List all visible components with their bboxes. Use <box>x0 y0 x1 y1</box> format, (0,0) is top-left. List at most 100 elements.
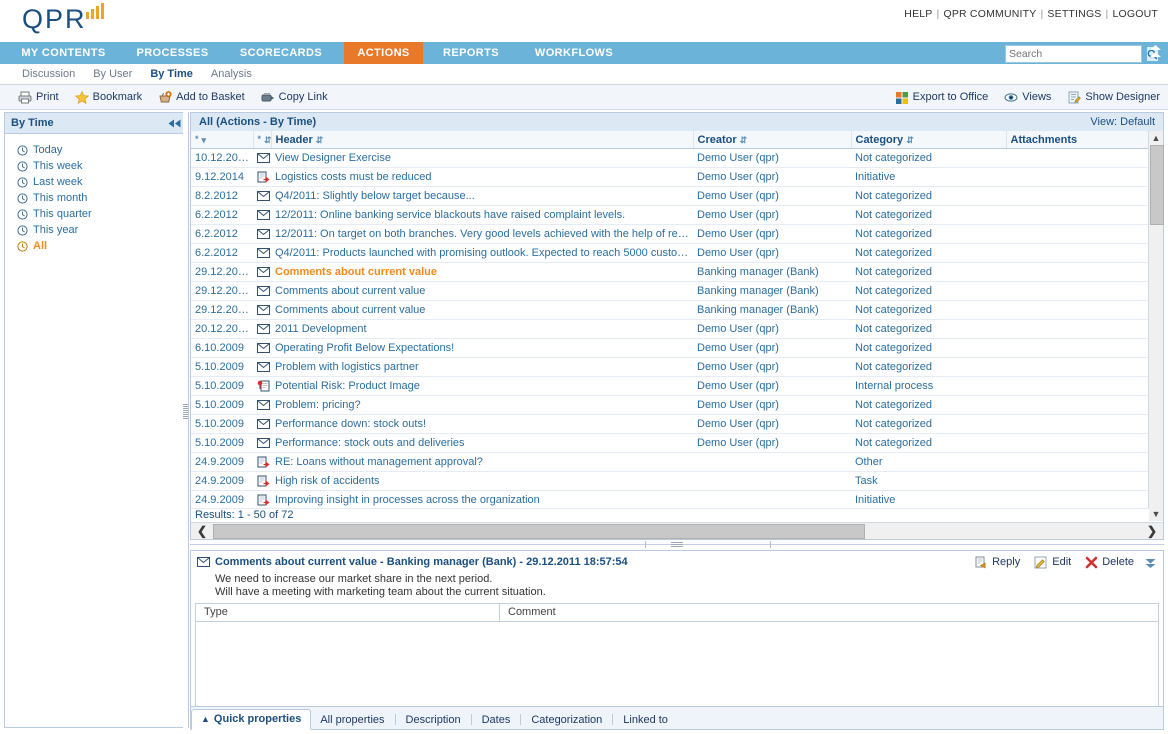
cell-header[interactable]: Performance: stock outs and deliveries <box>271 434 693 453</box>
cell-header[interactable]: Problem: pricing? <box>271 396 693 415</box>
sort-icon[interactable]: ⇵ <box>740 135 748 145</box>
filter-item-this-week[interactable]: This week <box>17 158 188 174</box>
row-link[interactable]: Logistics costs must be reduced <box>275 171 432 183</box>
col-attachments[interactable]: Attachments <box>1006 131 1149 149</box>
subnav-discussion[interactable]: Discussion <box>22 68 75 80</box>
table-row[interactable]: 5.10.2009Potential Risk: Product ImageDe… <box>191 377 1149 396</box>
horizontal-scroll-thumb[interactable] <box>213 524 865 539</box>
sort-icon[interactable]: ▾ <box>202 135 207 145</box>
row-link[interactable]: Comments about current value <box>275 285 425 297</box>
subnav-analysis[interactable]: Analysis <box>211 68 252 80</box>
row-link[interactable]: View Designer Exercise <box>275 152 391 164</box>
tab-quick-properties[interactable]: ▲Quick properties <box>191 709 311 730</box>
row-link[interactable]: Problem with logistics partner <box>275 361 419 373</box>
row-link[interactable]: RE: Loans without management approval? <box>275 456 483 468</box>
splitter-grip[interactable] <box>183 404 188 420</box>
col-creator[interactable]: Creator⇵ <box>693 131 851 149</box>
views-button[interactable]: Views <box>1004 91 1051 104</box>
cell-header[interactable]: 2011 Development <box>271 320 693 339</box>
tab-description[interactable]: Description <box>397 711 470 729</box>
cell-header[interactable]: Q4/2011: Slightly below target because..… <box>271 187 693 206</box>
cell-header[interactable]: View Designer Exercise <box>271 149 693 168</box>
table-row[interactable]: 5.10.2009Performance down: stock outs!De… <box>191 415 1149 434</box>
table-row[interactable]: 6.10.2009Operating Profit Below Expectat… <box>191 339 1149 358</box>
cell-header[interactable]: High risk of accidents <box>271 472 693 491</box>
subnav-by-time[interactable]: By Time <box>150 68 193 80</box>
top-nav-logout[interactable]: LOGOUT <box>1112 8 1158 20</box>
edit-button[interactable]: Edit <box>1034 556 1071 569</box>
tab-linked-to[interactable]: Linked to <box>614 711 677 729</box>
row-link[interactable]: 2011 Development <box>275 323 367 335</box>
filter-item-this-month[interactable]: This month <box>17 190 188 206</box>
row-link[interactable]: Comments about current value <box>275 266 437 278</box>
comment-col-type[interactable]: Type <box>196 604 500 621</box>
nav-processes[interactable]: PROCESSES <box>127 42 218 64</box>
vertical-splitter[interactable] <box>183 112 188 728</box>
table-row[interactable]: 6.2.201212/2011: On target on both branc… <box>191 225 1149 244</box>
table-row[interactable]: 6.2.201212/2011: Online banking service … <box>191 206 1149 225</box>
cell-header[interactable]: Potential Risk: Product Image <box>271 377 693 396</box>
scroll-right-icon[interactable]: ❯ <box>1141 523 1163 539</box>
table-row[interactable]: 24.9.2009High risk of accidentsTask <box>191 472 1149 491</box>
add-to-basket-button[interactable]: Add to Basket <box>158 91 245 104</box>
table-row[interactable]: 6.2.2012Q4/2011: Products launched with … <box>191 244 1149 263</box>
vertical-scroll-thumb[interactable] <box>1150 145 1164 225</box>
cell-header[interactable]: RE: Loans without management approval? <box>271 453 693 472</box>
cell-header[interactable]: Operating Profit Below Expectations! <box>271 339 693 358</box>
sort-icon[interactable]: ⇵ <box>906 135 914 145</box>
table-row[interactable]: 29.12.2011Comments about current valueBa… <box>191 263 1149 282</box>
row-link[interactable]: Performance: stock outs and deliveries <box>275 437 465 449</box>
show-designer-button[interactable]: Show Designer <box>1067 91 1160 104</box>
tab-dates[interactable]: Dates <box>473 711 520 729</box>
cell-header[interactable]: 12/2011: Online banking service blackout… <box>271 206 693 225</box>
delete-button[interactable]: Delete <box>1085 556 1134 569</box>
reply-button[interactable]: Reply <box>974 556 1020 569</box>
table-row[interactable]: 29.12.2011Comments about current valueBa… <box>191 282 1149 301</box>
cell-header[interactable]: Improving insight in processes across th… <box>271 491 693 510</box>
row-link[interactable]: Potential Risk: Product Image <box>275 380 420 392</box>
cell-header[interactable]: Logistics costs must be reduced <box>271 168 693 187</box>
row-link[interactable]: Performance down: stock outs! <box>275 418 426 430</box>
col-category[interactable]: Category⇵ <box>851 131 1006 149</box>
nav-workflows[interactable]: WORKFLOWS <box>519 42 629 64</box>
filter-item-last-week[interactable]: Last week <box>17 174 188 190</box>
sort-icon[interactable]: ⇵ <box>264 135 272 145</box>
cell-header[interactable]: Q4/2011: Products launched with promisin… <box>271 244 693 263</box>
cell-header[interactable]: Comments about current value <box>271 301 693 320</box>
tab-categorization[interactable]: Categorization <box>522 711 611 729</box>
nav-my-contents[interactable]: MY CONTENTS <box>0 42 127 64</box>
scroll-left-icon[interactable]: ❮ <box>191 523 213 539</box>
sort-icon[interactable]: ⇵ <box>316 135 324 145</box>
row-link[interactable]: Improving insight in processes across th… <box>275 494 540 506</box>
table-row[interactable]: 29.12.2011Comments about current valueBa… <box>191 301 1149 320</box>
grid-horizontal-scrollbar[interactable]: ❮ ❯ <box>191 522 1163 539</box>
table-row[interactable]: 5.10.2009Problem with logistics partnerD… <box>191 358 1149 377</box>
row-link[interactable]: Q4/2011: Products launched with promisin… <box>275 247 693 259</box>
horizontal-splitter-grip[interactable] <box>671 542 683 548</box>
print-button[interactable]: Print <box>18 91 59 104</box>
row-link[interactable]: 12/2011: Online banking service blackout… <box>275 209 625 221</box>
collapse-down-icon[interactable] <box>1144 556 1157 569</box>
table-row[interactable]: 24.9.2009Improving insight in processes … <box>191 491 1149 510</box>
grid-vertical-scrollbar[interactable]: ▲ ▼ <box>1148 131 1163 521</box>
filter-item-all[interactable]: All <box>17 238 188 254</box>
filter-item-this-year[interactable]: This year <box>17 222 188 238</box>
scroll-up-icon[interactable]: ▲ <box>1149 131 1163 145</box>
horizontal-splitter[interactable] <box>190 540 1164 550</box>
nav-actions[interactable]: ACTIONS <box>344 42 423 64</box>
cell-header[interactable]: Comments about current value <box>271 282 693 301</box>
nav-reports[interactable]: REPORTS <box>423 42 519 64</box>
subnav-by-user[interactable]: By User <box>93 68 132 80</box>
cell-header[interactable]: Comments about current value <box>271 263 693 282</box>
row-link[interactable]: Comments about current value <box>275 304 425 316</box>
table-row[interactable]: 5.10.2009Performance: stock outs and del… <box>191 434 1149 453</box>
hscroll-track[interactable] <box>213 523 1141 539</box>
col-header[interactable]: Header⇵ <box>271 131 693 149</box>
col-type[interactable]: *⇵ <box>253 131 271 149</box>
col-date[interactable]: *▾ <box>191 131 253 149</box>
table-row[interactable]: 24.9.2009RE: Loans without management ap… <box>191 453 1149 472</box>
collapse-toggle-icon[interactable] <box>1149 44 1162 61</box>
bookmark-button[interactable]: Bookmark <box>75 91 143 104</box>
comment-col-comment[interactable]: Comment <box>500 604 1158 621</box>
row-link[interactable]: Q4/2011: Slightly below target because..… <box>275 190 475 202</box>
